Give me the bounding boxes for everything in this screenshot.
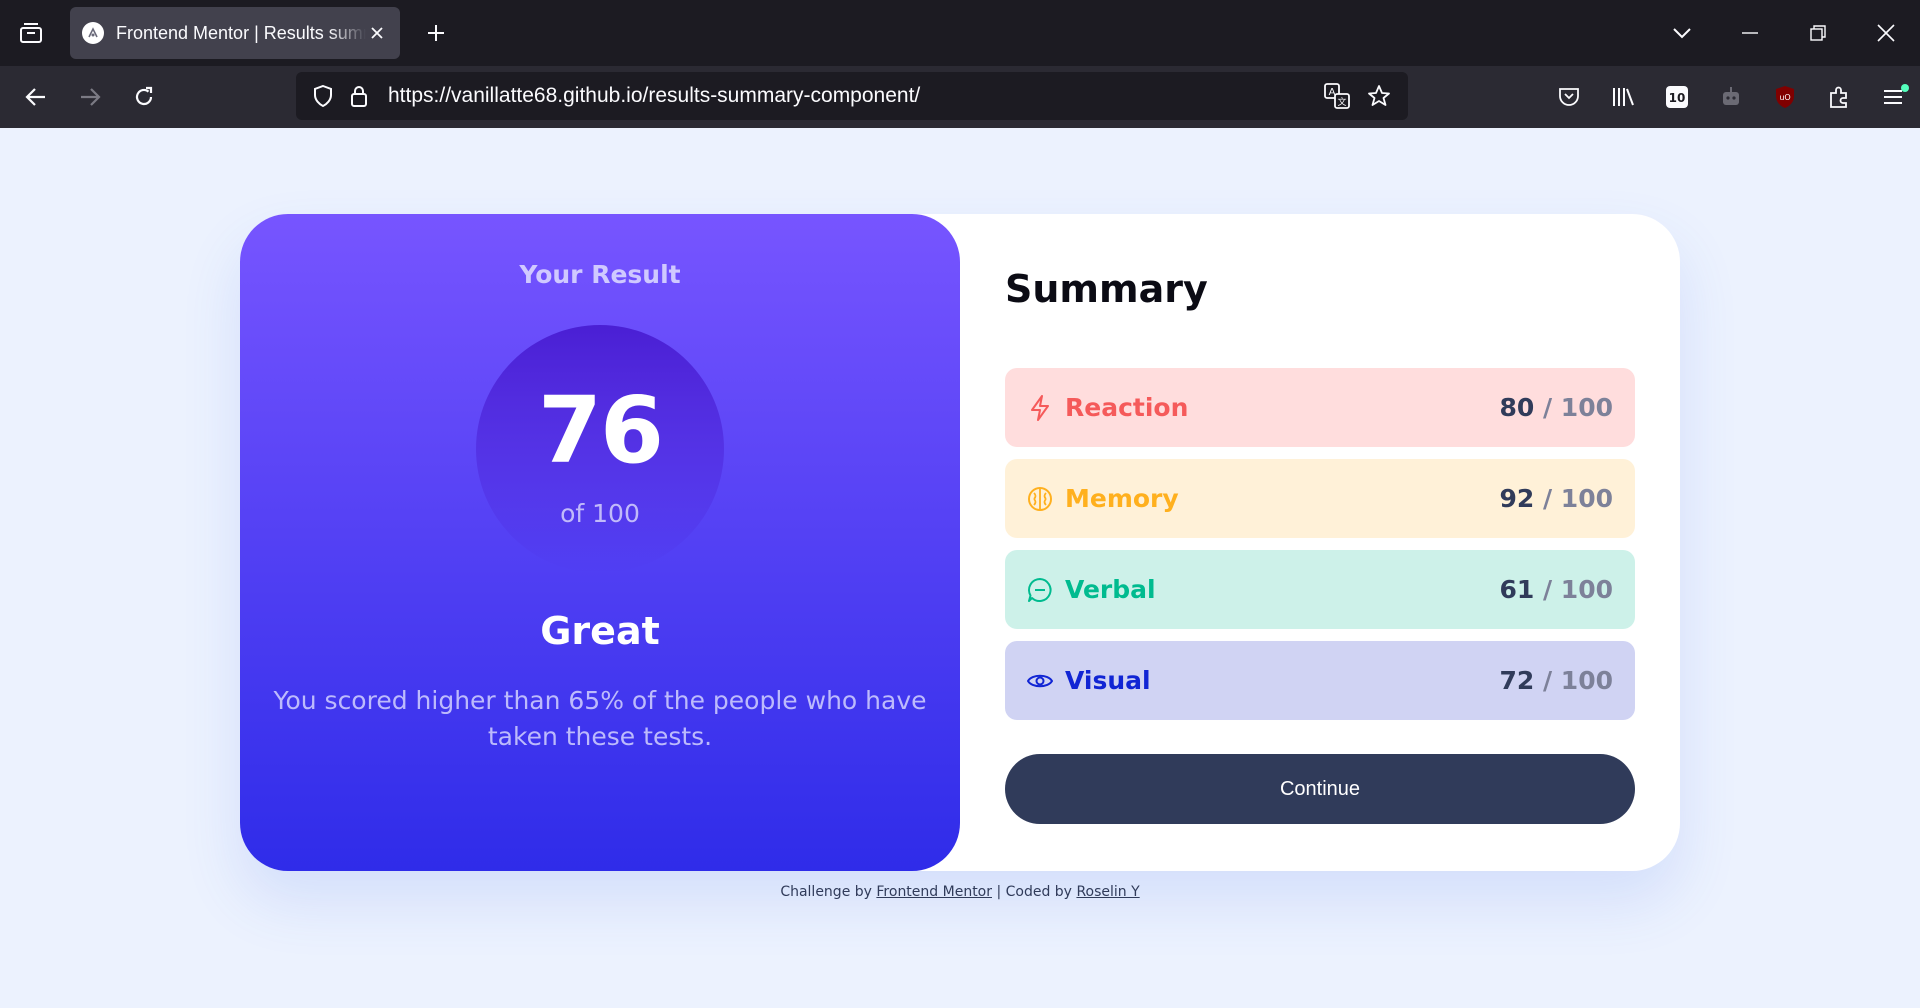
frontend-mentor-favicon-icon [82,22,104,44]
menu-hamburger-icon[interactable] [1866,70,1920,124]
score-value: 76 [537,376,664,484]
url-text: https://vanillatte68.github.io/results-s… [388,84,921,107]
svg-text:文: 文 [1337,96,1346,108]
summary-row-score: 80 / 100 [1499,393,1613,422]
new-tab-plus-icon[interactable] [416,13,456,53]
summary-row-memory: Memory 92 / 100 [1005,459,1635,538]
score-circle: 76 of 100 [476,325,724,573]
translate-icon[interactable]: A文 [1316,75,1358,117]
author-link[interactable]: Roselin Y [1076,884,1139,900]
summary-row-score: 61 / 100 [1499,575,1613,604]
library-icon[interactable] [1596,70,1650,124]
summary-row-label: Visual [1065,666,1151,695]
lock-icon[interactable] [344,75,374,117]
pocket-icon[interactable] [1542,70,1596,124]
attribution-prefix: Challenge by [780,884,872,900]
extensions-puzzle-icon[interactable] [1812,70,1866,124]
tab-bar: Frontend Mentor | Results summary compon… [0,0,1920,66]
robot-extension-icon[interactable] [1704,70,1758,124]
update-dot-icon [1901,84,1909,92]
reload-icon[interactable] [117,70,171,124]
back-arrow-icon[interactable] [9,70,63,124]
window-controls [1648,0,1920,66]
navigation-toolbar: https://vanillatte68.github.io/results-s… [0,66,1920,128]
summary-list: Reaction 80 / 100 Memory 92 / 100 Verbal… [1005,368,1635,720]
close-tab-icon[interactable] [366,22,388,44]
summary-panel: Summary Reaction 80 / 100 Memory 92 / 10… [960,214,1680,871]
summary-row-score: 72 / 100 [1499,666,1613,695]
attribution-middle: | Coded by [996,884,1072,900]
summary-row-label: Verbal [1065,575,1156,604]
browser-tab-active[interactable]: Frontend Mentor | Results summary compon… [70,7,400,59]
extension-10-icon[interactable]: 10 [1650,70,1704,124]
summary-row-label: Reaction [1065,393,1189,422]
forward-arrow-icon[interactable] [63,70,117,124]
list-all-tabs-chevron-down-icon[interactable] [1648,0,1716,66]
result-rating: Great [540,609,660,653]
tab-list-icon[interactable] [0,0,62,66]
svg-text:10: 10 [1669,91,1686,105]
lightning-icon [1027,394,1053,421]
score-of-label: of 100 [560,498,640,528]
brain-icon [1027,486,1053,512]
results-summary-card: Your Result 76 of 100 Great You scored h… [240,214,1680,871]
summary-row-verbal: Verbal 61 / 100 [1005,550,1635,629]
ublock-origin-icon[interactable]: uO [1758,70,1812,124]
chat-bubble-icon [1027,577,1053,603]
minimize-icon[interactable] [1716,0,1784,66]
tracking-protection-shield-icon[interactable] [302,75,344,117]
summary-row-reaction: Reaction 80 / 100 [1005,368,1635,447]
summary-row-score: 92 / 100 [1499,484,1613,513]
eye-icon [1027,668,1053,694]
attribution: Challenge by Frontend Mentor | Coded by … [0,884,1920,900]
svg-text:uO: uO [1779,93,1790,102]
address-bar[interactable]: https://vanillatte68.github.io/results-s… [296,72,1408,120]
summary-row-label: Memory [1065,484,1179,513]
summary-row-visual: Visual 72 / 100 [1005,641,1635,720]
result-panel: Your Result 76 of 100 Great You scored h… [240,214,960,871]
result-description: You scored higher than 65% of the people… [273,686,927,751]
summary-title: Summary [1005,267,1208,311]
close-window-icon[interactable] [1852,0,1920,66]
frontend-mentor-link[interactable]: Frontend Mentor [876,884,992,900]
continue-button[interactable]: Continue [1005,754,1635,824]
restore-icon[interactable] [1784,0,1852,66]
bookmark-star-icon[interactable] [1358,75,1400,117]
tab-title: Frontend Mentor | Results summary compon… [116,22,366,43]
result-heading: Your Result [519,260,681,289]
